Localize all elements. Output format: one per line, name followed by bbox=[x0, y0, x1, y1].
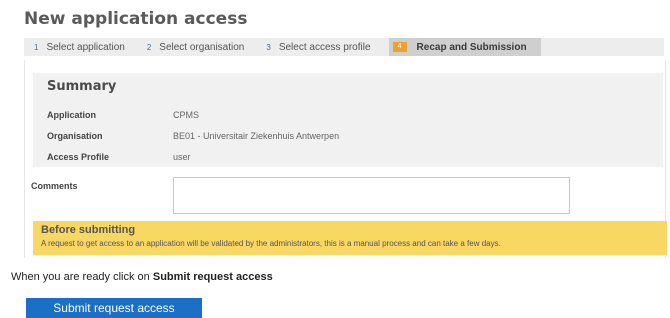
summary-box: Summary Application CPMS Organisation BE01… bbox=[33, 73, 663, 167]
summary-title: Summary bbox=[47, 79, 117, 94]
step-label: Recap and Submission bbox=[416, 41, 527, 53]
wizard-steps: 1 Select application 2 Select organisati… bbox=[24, 38, 664, 56]
summary-value: CPMS bbox=[173, 110, 200, 120]
step-label: Select access profile bbox=[278, 41, 371, 53]
step-select-access-profile[interactable]: 3 Select access profile bbox=[256, 38, 370, 56]
step-number: 1 bbox=[34, 42, 39, 52]
summary-row-application: Application CPMS bbox=[47, 110, 199, 120]
recap-panel: Summary Application CPMS Organisation BE01… bbox=[24, 60, 667, 258]
summary-row-access-profile: Access Profile user bbox=[47, 152, 191, 162]
step-number: 2 bbox=[146, 42, 152, 52]
summary-value: BE01 - Universitair Ziekenhuis Antwerpen bbox=[173, 131, 340, 141]
summary-value: user bbox=[173, 152, 191, 162]
step-recap-and-submission[interactable]: 4 Recap and Submission bbox=[388, 38, 541, 56]
step-label: Select application bbox=[46, 41, 125, 53]
ready-action: Submit request access bbox=[152, 271, 273, 283]
page-title: New application access bbox=[24, 9, 248, 29]
summary-key: Application bbox=[47, 110, 96, 120]
summary-key: Organisation bbox=[47, 131, 103, 141]
summary-key: Access Profile bbox=[47, 152, 110, 162]
summary-row-organisation: Organisation BE01 - Universitair Ziekenhu… bbox=[47, 131, 339, 141]
step-select-application[interactable]: 1 Select application bbox=[24, 38, 125, 56]
notice-title: Before submitting bbox=[41, 224, 136, 236]
step-label: Select organisation bbox=[159, 41, 245, 53]
ready-prefix: When you are ready click on bbox=[11, 271, 153, 283]
comments-textarea[interactable] bbox=[173, 177, 570, 214]
step-select-organisation[interactable]: 2 Select organisation bbox=[137, 38, 245, 56]
submit-request-access-button[interactable]: Submit request access bbox=[26, 298, 202, 318]
comments-label: Comments bbox=[31, 181, 78, 191]
step-number: 4 bbox=[392, 42, 407, 52]
step-number: 3 bbox=[266, 42, 271, 52]
ready-instruction: When you are ready click on Submit reque… bbox=[11, 271, 273, 283]
notice-text: A request to get access to an applicatio… bbox=[41, 239, 501, 248]
before-submitting-notice: Before submitting A request to get acces… bbox=[33, 221, 667, 255]
